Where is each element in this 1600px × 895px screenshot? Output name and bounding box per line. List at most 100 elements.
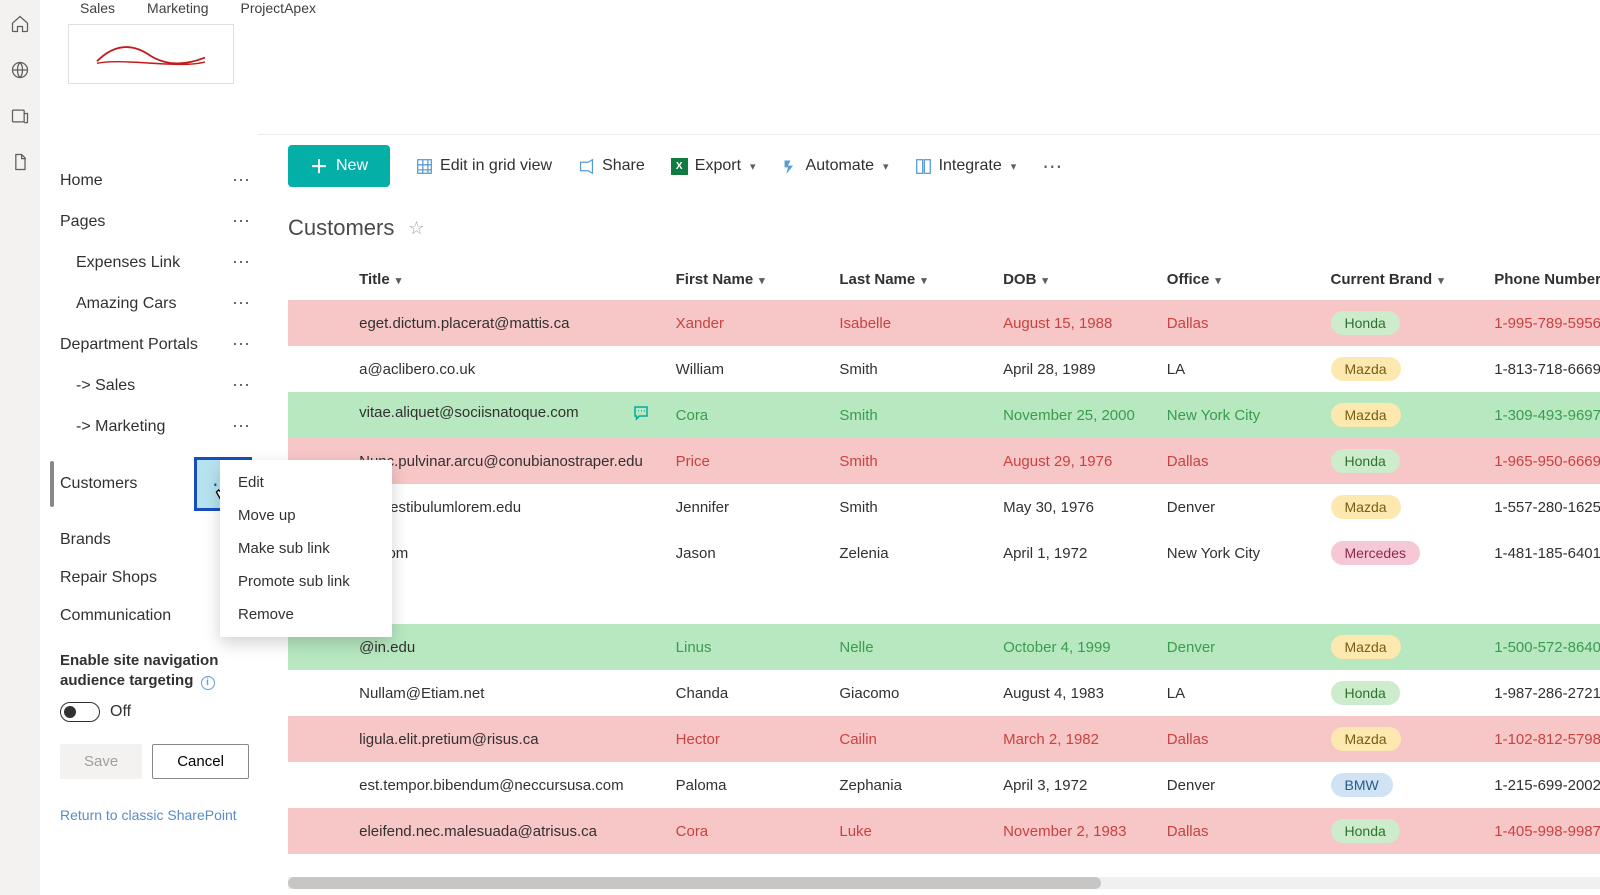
cell-office: Dallas: [1157, 300, 1321, 346]
cell-first: Hector: [666, 716, 830, 762]
command-more-icon[interactable]: ⋯: [1042, 154, 1064, 179]
ctx-promote-sub-link[interactable]: Promote sub link: [220, 565, 392, 598]
col-first-name[interactable]: First Name▾: [666, 259, 830, 300]
site-logo[interactable]: [68, 24, 234, 84]
ctx-move-up[interactable]: Move up: [220, 499, 392, 532]
table-row[interactable]: vitae.aliquet@sociisnatoque.comCoraSmith…: [288, 392, 1600, 438]
nav-more-icon[interactable]: ⋯: [232, 211, 252, 232]
table-row[interactable]: Nunc.pulvinar.arcu@conubianostraper.eduP…: [288, 438, 1600, 484]
return-classic-link[interactable]: Return to classic SharePoint: [60, 807, 258, 823]
row-selector[interactable]: [288, 300, 349, 346]
main-content: ＋New Edit in grid view Share X Export▾ A…: [258, 134, 1600, 895]
row-selector[interactable]: [288, 762, 349, 808]
cell-first: Jennifer: [666, 484, 830, 530]
nav-more-icon[interactable]: ⋯: [232, 375, 252, 396]
col-phone-number[interactable]: Phone Number: [1484, 259, 1600, 300]
favorite-star-icon[interactable]: ☆: [408, 218, 424, 239]
top-tab-projectapex[interactable]: ProjectApex: [241, 0, 316, 16]
cell-title[interactable]: a@aclibero.co.uk: [349, 346, 666, 392]
row-selector[interactable]: [288, 716, 349, 762]
ctx-remove[interactable]: Remove: [220, 598, 392, 631]
cell-title[interactable]: vitae.aliquet@sociisnatoque.com: [349, 392, 666, 438]
cancel-button[interactable]: Cancel: [152, 744, 249, 779]
col-current-brand[interactable]: Current Brand▾: [1321, 259, 1485, 300]
cell-brand: Honda: [1321, 670, 1485, 716]
integrate-button[interactable]: Integrate▾: [915, 157, 1017, 175]
col-title[interactable]: Title▾: [349, 259, 666, 300]
row-selector[interactable]: [288, 670, 349, 716]
file-rail-icon[interactable]: [10, 152, 30, 172]
export-button[interactable]: X Export▾: [671, 157, 756, 175]
table-row[interactable]: est.tempor.bibendum@neccursusa.comPaloma…: [288, 762, 1600, 808]
cell-last: Cailin: [829, 716, 993, 762]
brand-pill: BMW: [1331, 773, 1393, 797]
table-row[interactable]: @in.eduLinusNelleOctober 4, 1999DenverMa…: [288, 624, 1600, 670]
horizontal-scrollbar[interactable]: [288, 877, 1600, 889]
table-row[interactable]: [288, 576, 1600, 624]
comment-icon[interactable]: [632, 404, 650, 426]
scrollbar-thumb[interactable]: [288, 877, 1101, 889]
cell-first: Xander: [666, 300, 830, 346]
globe-rail-icon[interactable]: [10, 60, 30, 80]
nav-expenses-link[interactable]: Expenses Link⋯: [40, 242, 258, 283]
nav-more-icon[interactable]: ⋯: [232, 170, 252, 191]
col-office[interactable]: Office▾: [1157, 259, 1321, 300]
col-last-name[interactable]: Last Name▾: [829, 259, 993, 300]
table-row[interactable]: on.comJasonZeleniaApril 1, 1972New York …: [288, 530, 1600, 576]
ctx-edit[interactable]: Edit: [220, 466, 392, 499]
audience-targeting-toggle[interactable]: [60, 702, 100, 722]
new-button[interactable]: ＋New: [288, 145, 390, 187]
cell-dob: October 4, 1999: [993, 624, 1157, 670]
share-button[interactable]: Share: [578, 157, 645, 175]
cell-title[interactable]: est.tempor.bibendum@neccursusa.com: [349, 762, 666, 808]
cell-dob: May 30, 1976: [993, 484, 1157, 530]
nav-more-icon[interactable]: ⋯: [232, 293, 252, 314]
nav-home[interactable]: Home⋯: [40, 160, 258, 201]
news-rail-icon[interactable]: [10, 106, 30, 126]
nav-department-portals[interactable]: Department Portals⋯: [40, 324, 258, 365]
cell-title[interactable]: Nullam@Etiam.net: [349, 670, 666, 716]
nav-marketing[interactable]: -> Marketing ⋯: [40, 406, 258, 447]
brand-pill: Mazda: [1331, 635, 1401, 659]
cell-brand: [1321, 576, 1485, 624]
table-row[interactable]: eget.dictum.placerat@mattis.caXanderIsab…: [288, 300, 1600, 346]
nav-marketing-label: -> Marketing: [76, 418, 165, 436]
col-select[interactable]: [288, 259, 349, 300]
cell-title[interactable]: Nunc.pulvinar.arcu@conubianostraper.edu: [349, 438, 666, 484]
nav-sales[interactable]: -> Sales⋯: [40, 365, 258, 406]
top-tab-sales[interactable]: Sales: [80, 0, 115, 16]
nav-more-icon[interactable]: ⋯: [232, 416, 252, 437]
ctx-make-sub-link[interactable]: Make sub link: [220, 532, 392, 565]
cell-title[interactable]: eget.dictum.placerat@mattis.ca: [349, 300, 666, 346]
table-row[interactable]: ligula.elit.pretium@risus.caHectorCailin…: [288, 716, 1600, 762]
top-tab-marketing[interactable]: Marketing: [147, 0, 208, 16]
nav-more-icon[interactable]: ⋯: [232, 252, 252, 273]
cell-title[interactable]: eleifend.nec.malesuada@atrisus.ca: [349, 808, 666, 854]
info-icon[interactable]: i: [201, 676, 215, 690]
cell-title[interactable]: on.com: [349, 530, 666, 576]
cell-title[interactable]: ligula.elit.pretium@risus.ca: [349, 716, 666, 762]
cell-title[interactable]: e@vestibulumlorem.edu: [349, 484, 666, 530]
chevron-down-icon: ▾: [921, 275, 927, 287]
cell-first: [666, 576, 830, 624]
col-dob[interactable]: DOB▾: [993, 259, 1157, 300]
app-rail: [0, 0, 40, 895]
cell-phone: 1-500-572-8640: [1484, 624, 1600, 670]
cell-title[interactable]: @in.edu: [349, 624, 666, 670]
nav-more-icon[interactable]: ⋯: [232, 334, 252, 355]
cell-dob: April 28, 1989: [993, 346, 1157, 392]
table-row[interactable]: Nullam@Etiam.netChandaGiacomoAugust 4, 1…: [288, 670, 1600, 716]
edit-in-grid-button[interactable]: Edit in grid view: [416, 157, 552, 175]
table-row[interactable]: eleifend.nec.malesuada@atrisus.caCoraLuk…: [288, 808, 1600, 854]
automate-button[interactable]: Automate▾: [782, 157, 889, 175]
list-title: Customers: [288, 215, 394, 241]
home-rail-icon[interactable]: [10, 14, 30, 34]
row-selector[interactable]: [288, 346, 349, 392]
cell-title[interactable]: [349, 576, 666, 624]
nav-pages[interactable]: Pages⋯: [40, 201, 258, 242]
table-row[interactable]: e@vestibulumlorem.eduJenniferSmithMay 30…: [288, 484, 1600, 530]
nav-amazing-cars[interactable]: Amazing Cars⋯: [40, 283, 258, 324]
row-selector[interactable]: [288, 808, 349, 854]
table-row[interactable]: a@aclibero.co.ukWilliamSmithApril 28, 19…: [288, 346, 1600, 392]
row-selector[interactable]: [288, 392, 349, 438]
